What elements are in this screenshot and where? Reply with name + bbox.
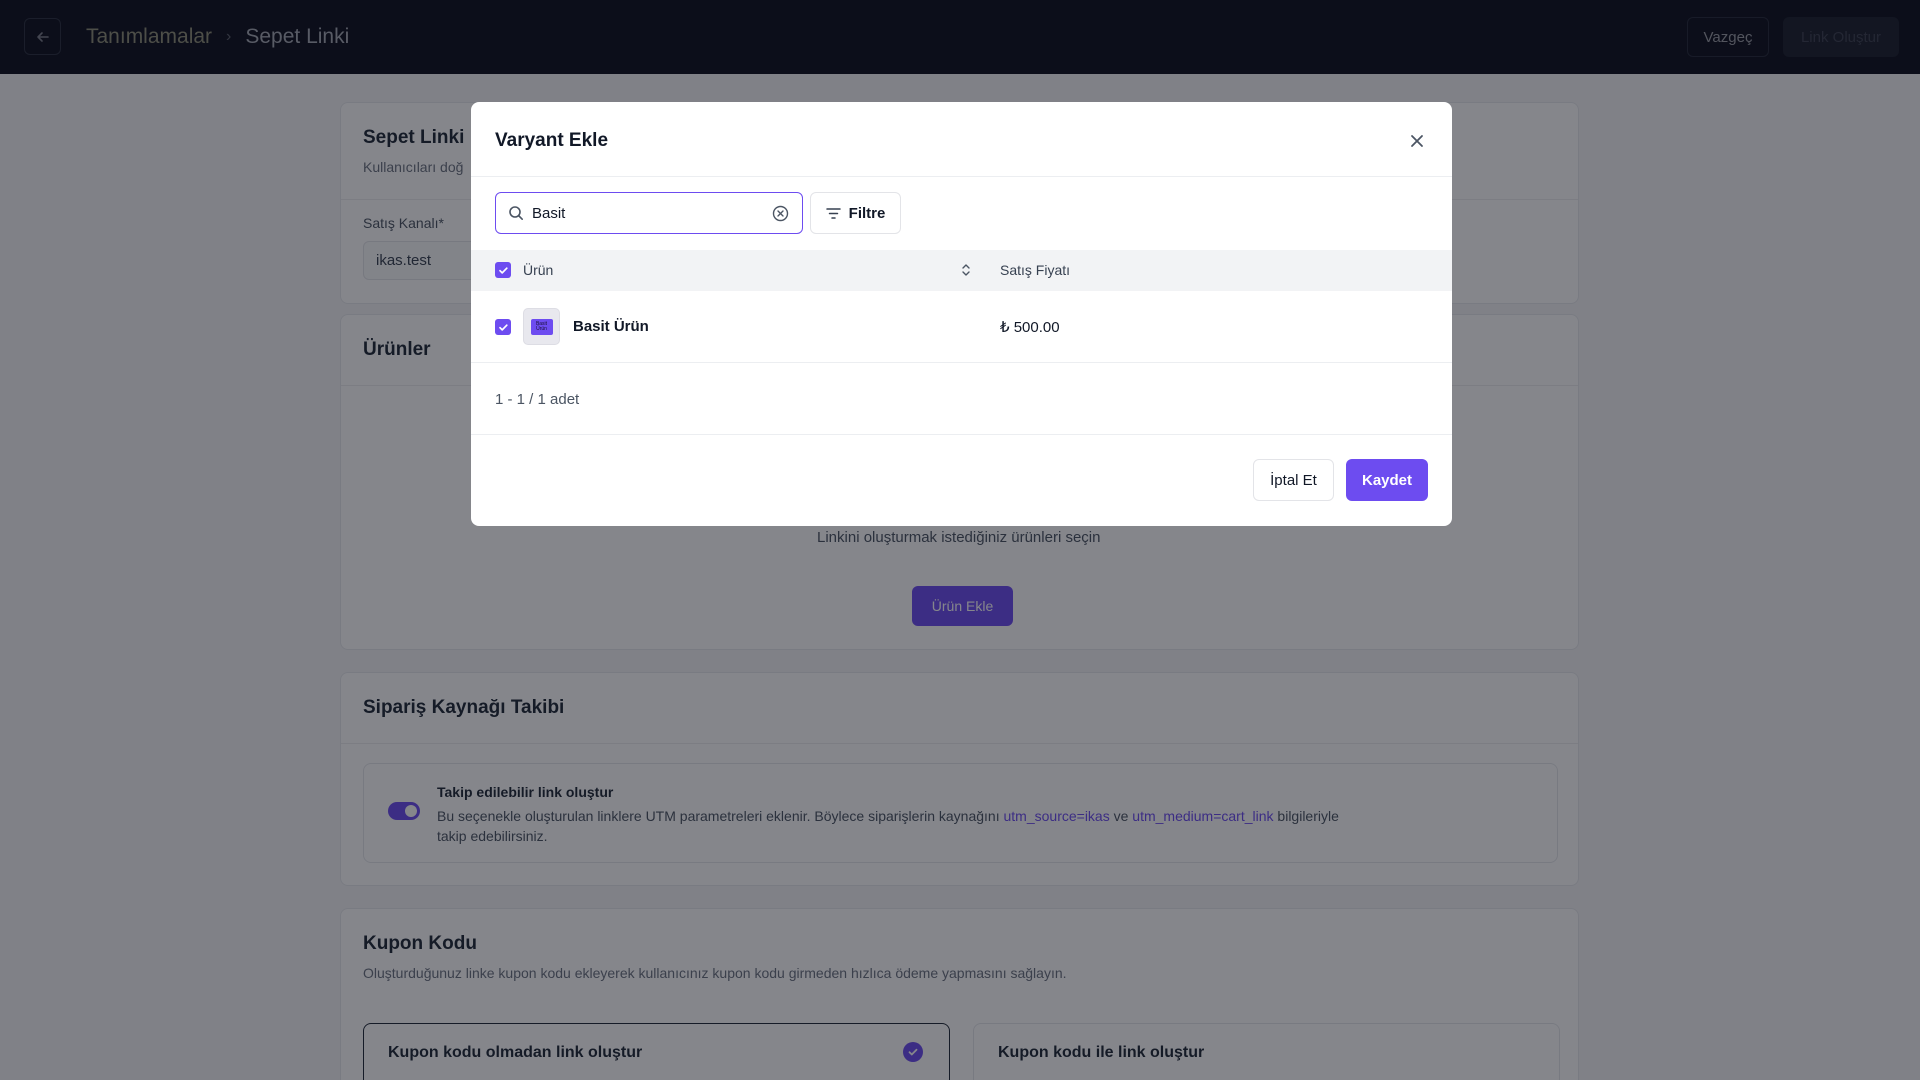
- save-button[interactable]: Kaydet: [1346, 459, 1428, 501]
- column-header-product: Ürün: [523, 262, 554, 278]
- checkmark-icon: [498, 266, 508, 274]
- close-button[interactable]: [1403, 127, 1431, 155]
- modal-title: Varyant Ekle: [495, 130, 609, 151]
- product-thumbnail-text: Basit Ürün: [530, 318, 553, 335]
- table-header: Ürün Satış Fiyatı: [471, 250, 1452, 291]
- product-thumbnail: Basit Ürün: [523, 308, 560, 345]
- checkmark-icon: [498, 323, 508, 331]
- table-row[interactable]: Basit Ürün Basit Ürün ₺ 500.00: [471, 291, 1452, 363]
- modal-divider: [471, 176, 1452, 177]
- filter-label: Filtre: [848, 204, 886, 222]
- filter-button[interactable]: Filtre: [810, 192, 901, 234]
- search-field[interactable]: [495, 192, 803, 234]
- add-variant-modal: Varyant Ekle Filtre Ürün Satış Fiyatı Ba…: [471, 102, 1452, 526]
- sort-icon[interactable]: [961, 261, 971, 279]
- select-all-checkbox[interactable]: [495, 262, 511, 278]
- search-input[interactable]: [532, 202, 757, 224]
- row-checkbox[interactable]: [495, 319, 511, 335]
- product-name: Basit Ürün: [573, 318, 649, 335]
- close-icon: [1411, 135, 1423, 147]
- product-price: ₺ 500.00: [1000, 319, 1060, 336]
- filter-icon: [825, 207, 841, 219]
- pagination-info: 1 - 1 / 1 adet: [495, 391, 580, 408]
- cancel-button[interactable]: İptal Et: [1253, 459, 1334, 501]
- clear-circle-icon[interactable]: [772, 205, 789, 222]
- search-icon: [509, 206, 523, 220]
- footer-divider: [471, 434, 1452, 435]
- column-header-price: Satış Fiyatı: [1000, 262, 1071, 278]
